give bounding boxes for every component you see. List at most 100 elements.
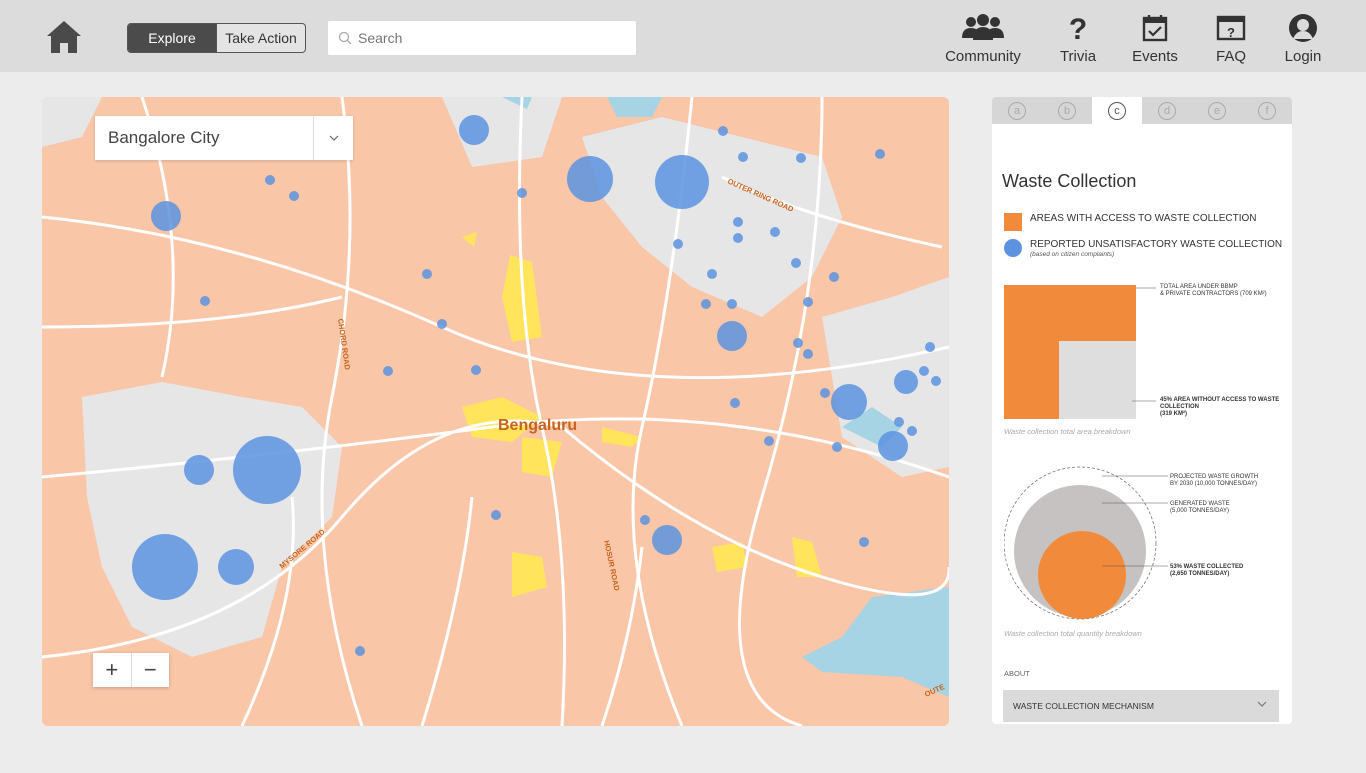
search-icon bbox=[338, 31, 352, 45]
map-canvas[interactable]: OUTER RING ROAD CHORD ROAD MYSORE ROAD H… bbox=[42, 97, 949, 726]
complaint-marker[interactable] bbox=[907, 426, 917, 436]
complaint-marker[interactable] bbox=[200, 296, 210, 306]
chevron-down-icon[interactable] bbox=[1257, 699, 1267, 709]
complaint-marker[interactable] bbox=[796, 153, 806, 163]
city-dropdown[interactable]: Bangalore City bbox=[95, 116, 353, 160]
complaint-marker[interactable] bbox=[859, 537, 869, 547]
nav-community[interactable]: Community bbox=[944, 14, 1022, 66]
complaint-marker[interactable] bbox=[831, 384, 867, 420]
complaint-marker[interactable] bbox=[894, 370, 918, 394]
complaint-marker[interactable] bbox=[132, 534, 198, 600]
complaint-swatch bbox=[1004, 239, 1022, 257]
complaint-marker[interactable] bbox=[233, 436, 301, 504]
nav-trivia-label: Trivia bbox=[1059, 48, 1097, 65]
complaint-marker[interactable] bbox=[652, 525, 682, 555]
home-icon[interactable] bbox=[46, 20, 82, 54]
complaint-marker[interactable] bbox=[832, 442, 842, 452]
complaint-marker[interactable] bbox=[701, 299, 711, 309]
complaint-marker[interactable] bbox=[919, 366, 929, 376]
zoom-control: + − bbox=[93, 653, 169, 687]
complaint-marker[interactable] bbox=[730, 398, 740, 408]
complaint-marker[interactable] bbox=[355, 646, 365, 656]
zoom-out-button[interactable]: − bbox=[132, 653, 170, 687]
nav-faq-label: FAQ bbox=[1215, 48, 1246, 65]
complaint-marker[interactable] bbox=[791, 258, 801, 268]
complaint-marker[interactable] bbox=[803, 349, 813, 359]
complaint-marker[interactable] bbox=[422, 269, 432, 279]
search-input[interactable] bbox=[358, 30, 618, 46]
complaint-marker[interactable] bbox=[733, 217, 743, 227]
explore-tab[interactable]: Explore bbox=[128, 24, 216, 52]
complaint-marker[interactable] bbox=[640, 515, 650, 525]
step-c[interactable]: c bbox=[1092, 97, 1142, 124]
complaint-marker[interactable] bbox=[673, 239, 683, 249]
complaint-marker[interactable] bbox=[727, 299, 737, 309]
step-b[interactable]: b bbox=[1042, 97, 1092, 124]
nav-community-label: Community bbox=[945, 48, 1021, 65]
complaint-marker[interactable] bbox=[925, 342, 935, 352]
complaint-marker[interactable] bbox=[218, 549, 254, 585]
take-action-tab[interactable]: Take Action bbox=[216, 24, 305, 52]
complaint-marker[interactable] bbox=[471, 365, 481, 375]
complaint-marker[interactable] bbox=[793, 338, 803, 348]
complaint-marker[interactable] bbox=[738, 152, 748, 162]
complaint-marker[interactable] bbox=[707, 269, 717, 279]
complaint-marker[interactable] bbox=[383, 366, 393, 376]
complaint-marker[interactable] bbox=[437, 319, 447, 329]
complaint-marker[interactable] bbox=[491, 510, 501, 520]
accordion-waste-mechanism[interactable]: WASTE COLLECTION MECHANISM bbox=[1003, 690, 1279, 722]
complaint-marker[interactable] bbox=[770, 227, 780, 237]
complaint-marker[interactable] bbox=[894, 417, 904, 427]
svg-text:?: ? bbox=[1227, 25, 1235, 40]
complaint-marker[interactable] bbox=[875, 149, 885, 159]
complaint-marker[interactable] bbox=[184, 455, 214, 485]
complaint-marker[interactable] bbox=[803, 297, 813, 307]
quantity-chart-caption: Waste collection total quantity breakdow… bbox=[1004, 629, 1142, 638]
complaint-marker[interactable] bbox=[733, 233, 743, 243]
complaint-marker[interactable] bbox=[265, 175, 275, 185]
accordion-label: WASTE COLLECTION MECHANISM bbox=[1013, 701, 1154, 711]
complaint-marker[interactable] bbox=[717, 321, 747, 351]
complaint-marker[interactable] bbox=[820, 388, 830, 398]
nav-faq[interactable]: ? FAQ bbox=[1212, 14, 1250, 66]
legend-complaints-sub: (based on citizen complaints) bbox=[1030, 251, 1115, 258]
projected-line1: PROJECTED WASTE GROWTH bbox=[1170, 474, 1259, 480]
collected-circle bbox=[1038, 531, 1126, 619]
complaint-marker[interactable] bbox=[459, 115, 489, 145]
complaint-marker[interactable] bbox=[151, 201, 181, 231]
complaint-marker[interactable] bbox=[567, 156, 613, 202]
chevron-down-icon[interactable] bbox=[313, 116, 353, 160]
question-icon: ? bbox=[1069, 14, 1087, 42]
svg-text:?: ? bbox=[1069, 14, 1087, 42]
mode-toggle: Explore Take Action bbox=[127, 23, 306, 53]
complaint-marker[interactable] bbox=[289, 191, 299, 201]
complaint-marker[interactable] bbox=[878, 431, 908, 461]
complaint-marker[interactable] bbox=[931, 376, 941, 386]
step-f[interactable]: f bbox=[1242, 97, 1292, 124]
zoom-in-button[interactable]: + bbox=[93, 653, 132, 687]
step-d[interactable]: d bbox=[1142, 97, 1192, 124]
step-b-label: b bbox=[1058, 101, 1076, 120]
uncovered-area-rect bbox=[1059, 341, 1136, 419]
step-a[interactable]: a bbox=[992, 97, 1042, 124]
city-map[interactable]: OUTER RING ROAD CHORD ROAD MYSORE ROAD H… bbox=[42, 97, 949, 726]
legend-complaints-label: REPORTED UNSATISFACTORY WASTE COLLECTION bbox=[1030, 239, 1283, 250]
complaint-marker[interactable] bbox=[718, 126, 728, 136]
nav-events[interactable]: Events bbox=[1132, 14, 1178, 66]
uncovered-line1: 45% AREA WITHOUT ACCESS TO WASTE bbox=[1160, 397, 1280, 403]
legend-coverage-label: AREAS WITH ACCESS TO WASTE COLLECTION bbox=[1030, 213, 1257, 224]
complaint-marker[interactable] bbox=[764, 436, 774, 446]
uncovered-line3: (319 KM²) bbox=[1160, 411, 1188, 417]
step-c-label: c bbox=[1108, 101, 1126, 120]
nav-login-label: Login bbox=[1284, 48, 1322, 65]
complaint-marker[interactable] bbox=[829, 272, 839, 282]
nav-login[interactable]: Login bbox=[1282, 14, 1324, 66]
complaint-marker[interactable] bbox=[517, 188, 527, 198]
nav-trivia[interactable]: ? Trivia bbox=[1058, 14, 1098, 66]
generated-line2: (5,000 TONNES/DAY) bbox=[1170, 508, 1230, 514]
city-dropdown-value: Bangalore City bbox=[108, 128, 220, 147]
info-panel: a b c d e f Waste Collection AREAS WITH … bbox=[992, 97, 1292, 724]
step-e[interactable]: e bbox=[1192, 97, 1242, 124]
complaint-marker[interactable] bbox=[655, 155, 709, 209]
projected-label: PROJECTED WASTE GROWTH BY 2030 (10,000 T… bbox=[1170, 474, 1258, 488]
